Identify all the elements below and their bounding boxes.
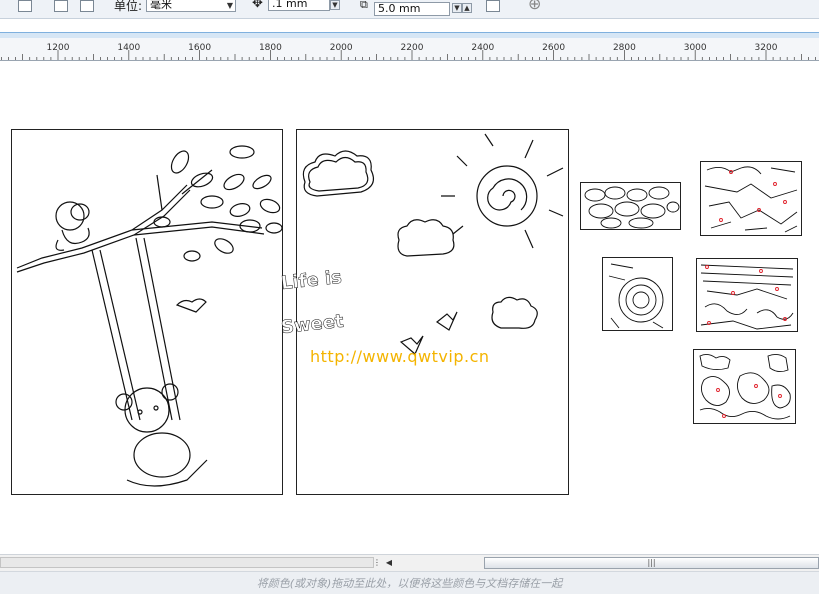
nudge-distance-input[interactable]: .1 mm bbox=[268, 0, 330, 11]
ruler-label: 2200 bbox=[400, 43, 424, 53]
ruler-label: 1200 bbox=[46, 43, 70, 53]
thumbnail-sun-spiral[interactable] bbox=[602, 257, 673, 331]
artboard-tree-swing[interactable] bbox=[11, 129, 283, 495]
ruler-label: 2400 bbox=[471, 43, 495, 53]
duplicate-distance-input[interactable]: 5.0 mm bbox=[374, 2, 450, 16]
ruler-label: 1600 bbox=[188, 43, 212, 53]
property-bar: 单位: 毫米 ▼ ✥ .1 mm ▼ ⧉ 5.0 mm ▼ ▲ ⊕ bbox=[0, 0, 819, 19]
nudge-spinner[interactable]: ▼ bbox=[330, 0, 340, 10]
thumbnail-clouds[interactable] bbox=[580, 182, 681, 230]
add-icon[interactable]: ⊕ bbox=[528, 0, 541, 13]
tree-swing-drawing bbox=[16, 145, 283, 487]
duplicate-distance-value: 5.0 mm bbox=[378, 2, 421, 15]
units-select[interactable]: 毫米 ▼ bbox=[146, 0, 236, 12]
letters-pieces bbox=[699, 353, 791, 420]
page-icon[interactable] bbox=[18, 0, 32, 12]
ruler-label: 1800 bbox=[258, 43, 282, 53]
swing-parts-pieces bbox=[700, 264, 794, 330]
units-label: 单位: bbox=[114, 0, 143, 13]
horizontal-scrollbar[interactable]: ⋮ ◀ ||| bbox=[0, 554, 819, 571]
tree-parts-pieces bbox=[704, 166, 798, 233]
palette-hint-text: 将颜色(或对象)拖动至此处，以便将这些颜色与文档存储在一起 bbox=[256, 577, 563, 590]
scrollbar-thumb[interactable]: ||| bbox=[484, 557, 819, 569]
sun-spiral-pieces bbox=[608, 263, 664, 329]
grip-icon: ||| bbox=[647, 558, 656, 567]
nudge-icon: ✥ bbox=[252, 0, 263, 11]
thumbnail-tree-parts[interactable] bbox=[700, 161, 802, 236]
page-tabs-area[interactable] bbox=[0, 557, 374, 568]
scroll-left-arrow-icon[interactable]: ◀ bbox=[382, 557, 396, 569]
watermark-url: http://www.qwtvip.cn bbox=[310, 347, 490, 366]
ruler-label: 3200 bbox=[754, 43, 778, 53]
horizontal-ruler[interactable]: 1200 1400 1600 1800 2000 2200 2400 2600 2800 3000… bbox=[0, 38, 819, 61]
chevron-down-icon: ▼ bbox=[226, 1, 233, 10]
duplicate-spinner-down[interactable]: ▼ bbox=[452, 3, 462, 13]
thumbnail-swing-parts[interactable] bbox=[696, 258, 798, 332]
ruler-label: 2800 bbox=[612, 43, 636, 53]
treat-as-filled-icon[interactable] bbox=[486, 0, 500, 12]
artboard-sky[interactable]: Life is Sweet bbox=[280, 129, 569, 495]
all-pages-icon[interactable] bbox=[54, 0, 68, 12]
clouds-pieces bbox=[584, 186, 680, 229]
thumbnail-letters[interactable] bbox=[693, 349, 796, 424]
current-page-icon[interactable] bbox=[80, 0, 94, 12]
document-palette-bar[interactable]: 将颜色(或对象)拖动至此处，以便将这些颜色与文档存储在一起 bbox=[0, 571, 819, 594]
ruler-label: 3000 bbox=[683, 43, 707, 53]
ruler-label: 2000 bbox=[329, 43, 353, 53]
duplicate-spinner-up[interactable]: ▲ bbox=[462, 3, 472, 13]
drawing-canvas[interactable]: Life is Sweet http://www.qwtvip.cn bbox=[0, 61, 819, 554]
nudge-value: .1 mm bbox=[272, 0, 308, 10]
duplicate-distance-icon: ⧉ bbox=[360, 0, 368, 11]
ruler-label: 1400 bbox=[117, 43, 141, 53]
units-value: 毫米 bbox=[150, 0, 172, 11]
ruler-label: 2600 bbox=[542, 43, 566, 53]
